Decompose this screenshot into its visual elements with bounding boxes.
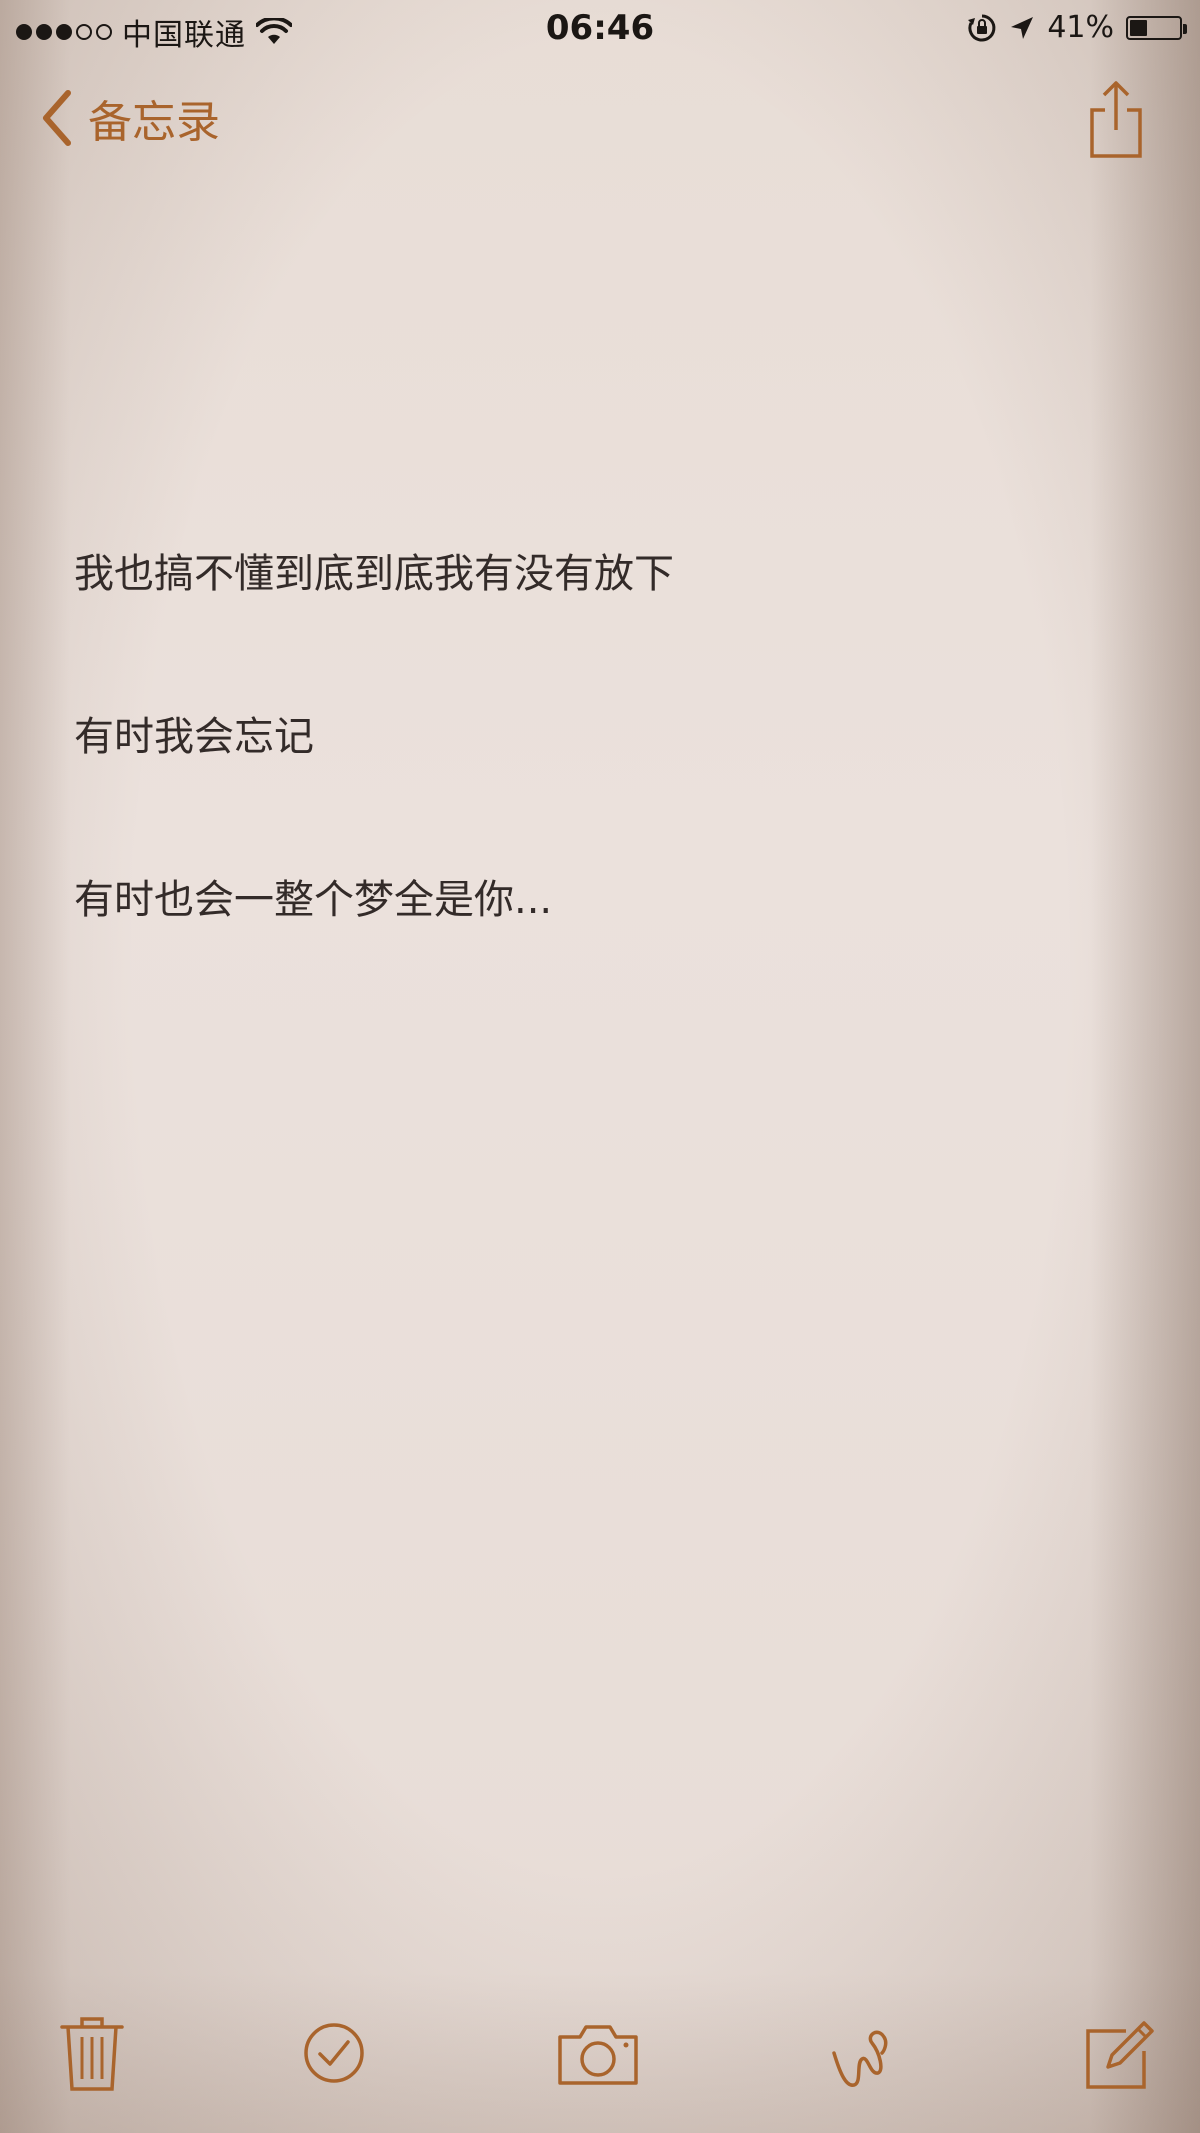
battery-tip <box>1183 23 1187 34</box>
sketch-button[interactable] <box>826 2013 898 2093</box>
notes-screen: 中国联通 06:46 41% 备忘录 我也搞不懂到底到底我有没有放下 有时我会忘… <box>0 0 1200 2133</box>
camera-icon <box>558 2025 638 2085</box>
back-label: 备忘录 <box>88 97 220 148</box>
trash-icon <box>60 2017 124 2091</box>
compose-button[interactable] <box>1082 2013 1154 2093</box>
bottom-toolbar <box>0 1983 1200 2133</box>
battery-percent: 41% <box>1047 10 1114 45</box>
share-button[interactable] <box>1086 80 1146 160</box>
orientation-lock-icon <box>968 14 996 41</box>
sketch-icon <box>832 2030 888 2087</box>
chevron-left-icon <box>43 90 71 146</box>
status-bar: 中国联通 06:46 41% <box>0 0 1200 62</box>
note-line: 有时也会一整个梦全是你... <box>74 877 553 923</box>
battery-level-fill <box>1130 19 1148 36</box>
note-spacer <box>74 763 1100 874</box>
note-line: 有时我会忘记 <box>74 714 314 760</box>
note-spacer <box>74 600 1100 711</box>
status-right: 41% <box>967 10 1187 45</box>
camera-button[interactable] <box>556 2013 640 2093</box>
checklist-button[interactable] <box>298 2013 370 2093</box>
compose-icon <box>1086 2021 1154 2089</box>
location-arrow-icon <box>1011 16 1034 39</box>
vignette-left <box>0 0 70 2133</box>
battery-icon <box>1126 15 1187 40</box>
share-icon <box>1090 81 1142 158</box>
nav-bar: 备忘录 <box>0 80 1200 164</box>
note-body[interactable]: 我也搞不懂到底到底我有没有放下 有时我会忘记 有时也会一整个梦全是你... <box>74 548 1100 926</box>
back-button[interactable]: 备忘录 <box>40 86 220 150</box>
checklist-icon <box>304 2023 364 2083</box>
delete-button[interactable] <box>56 2013 128 2093</box>
vignette-right <box>1090 0 1200 2133</box>
note-line: 我也搞不懂到底到底我有没有放下 <box>74 551 674 597</box>
